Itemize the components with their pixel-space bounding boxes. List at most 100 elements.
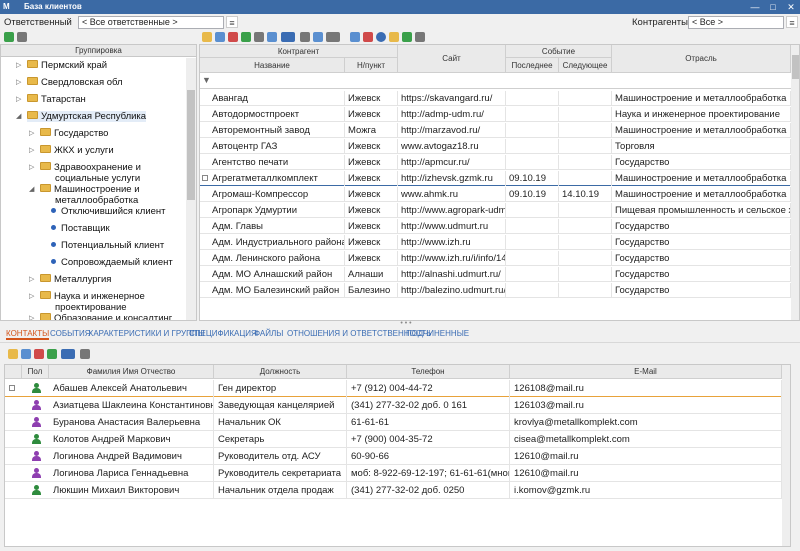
expander-icon[interactable]: ◢ <box>29 184 34 195</box>
table-row[interactable]: Агрегатметаллкомплект Ижевск http://izhevs… <box>200 171 799 186</box>
expander-icon[interactable]: ▷ <box>29 274 34 285</box>
expander-icon[interactable]: ▷ <box>16 60 21 71</box>
search-icon[interactable] <box>267 32 277 42</box>
tab-0[interactable]: КОНТАКТЫ <box>6 329 50 340</box>
list-icon[interactable]: ≡ <box>226 16 238 28</box>
tab-1[interactable]: СОБЫТИЯ <box>50 329 91 338</box>
col-header-position[interactable]: Должность <box>214 365 347 379</box>
expander-icon[interactable]: ▷ <box>16 77 21 88</box>
table-row[interactable]: Агропарк Удмуртии Ижевск http://www.agropa… <box>200 203 799 218</box>
grid-scrollbar-thumb[interactable] <box>792 55 799 79</box>
col-header-fio[interactable]: Фамилия Имя Отчество <box>49 365 214 379</box>
expander-icon[interactable]: ▷ <box>29 128 34 139</box>
grid-scrollbar[interactable] <box>791 45 799 320</box>
table-row[interactable]: Адм. Ленинского района Ижевск http://www.i… <box>200 251 799 266</box>
col-header-email[interactable]: E-Mail <box>510 365 782 379</box>
table-row[interactable]: Автодормостпроект Ижевск http://admp-udm.r… <box>200 107 799 122</box>
expander-icon[interactable]: ▷ <box>16 94 21 105</box>
tree-node[interactable]: ▷ Государство <box>29 128 108 139</box>
list-icon[interactable]: ≡ <box>786 16 798 28</box>
contact-row[interactable]: Логинова Андрей Вадимович Руководитель от… <box>5 448 790 465</box>
group-icon[interactable] <box>313 32 323 42</box>
tree-node[interactable]: ▷ Татарстан <box>16 94 86 105</box>
phone-icon[interactable] <box>402 32 412 42</box>
expander-icon[interactable]: ◢ <box>16 111 21 122</box>
table-row[interactable]: Авангад Ижевск https://skavangard.ru/Машин… <box>200 91 799 106</box>
responsible-combo[interactable]: < Все ответственные > <box>78 16 224 29</box>
columns-icon[interactable] <box>300 32 310 42</box>
table-row[interactable]: Адм. Главы Ижевск http://www.udmurt.ru Госу… <box>200 219 799 234</box>
tree-node[interactable]: ▷ Образование и консалтинг <box>29 313 172 320</box>
table-row[interactable]: Агентство печати Ижевск http://apmcur.ru/Г… <box>200 155 799 170</box>
new-contact-icon[interactable] <box>8 349 18 359</box>
table-icon[interactable] <box>350 32 360 42</box>
tree-node[interactable]: ▷ Пермский край <box>16 60 107 71</box>
edit-icon[interactable] <box>215 32 225 42</box>
tree-node[interactable]: Поставщик <box>51 223 110 234</box>
new-icon[interactable] <box>202 32 212 42</box>
table-row[interactable]: Авторемонтный завод Можга http://marzavod.… <box>200 123 799 138</box>
col-header-phone[interactable]: Телефон <box>347 365 510 379</box>
filter-contacts-icon[interactable] <box>61 349 75 359</box>
tree-node[interactable]: ▷ Наука и инженерное проектирование <box>29 291 145 313</box>
col-header-industry[interactable]: Отрасль <box>612 45 791 73</box>
col-header-next[interactable]: Следующее <box>559 58 612 73</box>
tree-node[interactable]: ◢ Удмуртская Республика <box>16 111 147 122</box>
mail-icon[interactable] <box>389 32 399 42</box>
settings-icon[interactable] <box>17 32 27 42</box>
contractors-combo[interactable]: < Все > <box>688 16 784 29</box>
link-icon[interactable] <box>415 32 425 42</box>
table-row[interactable]: Агромаш-Компрессор Ижевск www.ahmk.ru 09.10… <box>200 187 799 202</box>
expander-icon[interactable]: ▷ <box>29 162 34 173</box>
contact-row[interactable]: Люкшин Михаил Викторович Начальник отдела… <box>5 482 790 499</box>
table-row[interactable]: Адм. МО Алнашский район Алнаши http://alna… <box>200 267 799 282</box>
maximize-icon[interactable]: □ <box>764 0 782 14</box>
col-header-city[interactable]: Н/пункт <box>345 58 398 73</box>
col-header-sex[interactable]: Пол <box>22 365 49 379</box>
edit-contact-icon[interactable] <box>21 349 31 359</box>
tab-3[interactable]: СПЕЦИФИКАЦИЯ <box>189 329 257 338</box>
contacts-scrollbar[interactable] <box>782 365 790 546</box>
filter-icon[interactable] <box>281 32 295 42</box>
tree-node[interactable]: Потенциальный клиент <box>51 240 164 251</box>
columns-contacts-icon[interactable] <box>80 349 90 359</box>
tree-node[interactable]: Отключившийся клиент <box>51 206 166 217</box>
refresh-contacts-icon[interactable] <box>47 349 57 359</box>
row-checkbox[interactable] <box>9 385 15 391</box>
tree-scrollbar-thumb[interactable] <box>187 90 195 200</box>
grid-filter-row[interactable]: ▼ <box>200 73 791 89</box>
expander-icon[interactable]: ▷ <box>29 313 34 320</box>
contact-row[interactable]: Буранова Анастасия Валерьевна Начальник О… <box>5 414 790 431</box>
delete-contact-icon[interactable] <box>34 349 44 359</box>
tab-6[interactable]: ПОДЧИНЕННЫЕ <box>406 329 469 338</box>
col-header-name[interactable]: Название <box>200 58 345 73</box>
col-header-site[interactable]: Сайт <box>398 45 506 73</box>
tree-node[interactable]: ▷ ЖКХ и услуги <box>29 145 114 156</box>
tree-node[interactable]: ▷ Здравоохранение и социальные услуги <box>29 162 141 184</box>
tree-scrollbar[interactable] <box>186 58 196 320</box>
table-row[interactable]: Автоцентр ГАЗ Ижевск www.avtogaz18.ru Торго… <box>200 139 799 154</box>
minimize-icon[interactable]: — <box>746 0 764 14</box>
tab-2[interactable]: ХАРАКТЕРИСТИКИ И ГРУППЫ <box>88 329 205 338</box>
tree-node[interactable]: ◢ Машиностроение и металлообработка <box>29 184 140 206</box>
globe-icon[interactable] <box>376 32 386 42</box>
splitter-grip[interactable]: • • • <box>394 320 418 327</box>
expander-icon[interactable]: ▷ <box>29 291 34 302</box>
sort-icon[interactable] <box>326 32 340 42</box>
contact-row[interactable]: Азиатцева Шаклеина Константиновна Заведую… <box>5 397 790 414</box>
close-icon[interactable]: ✕ <box>782 0 800 14</box>
tab-4[interactable]: ФАЙЛЫ <box>254 329 283 338</box>
tree-node[interactable]: Сопровождаемый клиент <box>51 257 173 268</box>
tree-node[interactable]: ▷ Свердловская обл <box>16 77 123 88</box>
col-header-last[interactable]: Последнее <box>506 58 559 73</box>
table-row[interactable]: Адм. Индустриального района Ижевск http://… <box>200 235 799 250</box>
tools-icon[interactable] <box>363 32 373 42</box>
reload-icon[interactable] <box>241 32 251 42</box>
expander-icon[interactable]: ▷ <box>29 145 34 156</box>
contact-row[interactable]: Логинова Лариса Геннадьевна Руководитель … <box>5 465 790 482</box>
table-row[interactable]: Адм. МО Балезинский район Балезино http://… <box>200 283 799 298</box>
delete-icon[interactable] <box>228 32 238 42</box>
tree-node[interactable]: ▷ Металлургия <box>29 274 111 285</box>
print-icon[interactable] <box>254 32 264 42</box>
refresh-icon[interactable] <box>4 32 14 42</box>
